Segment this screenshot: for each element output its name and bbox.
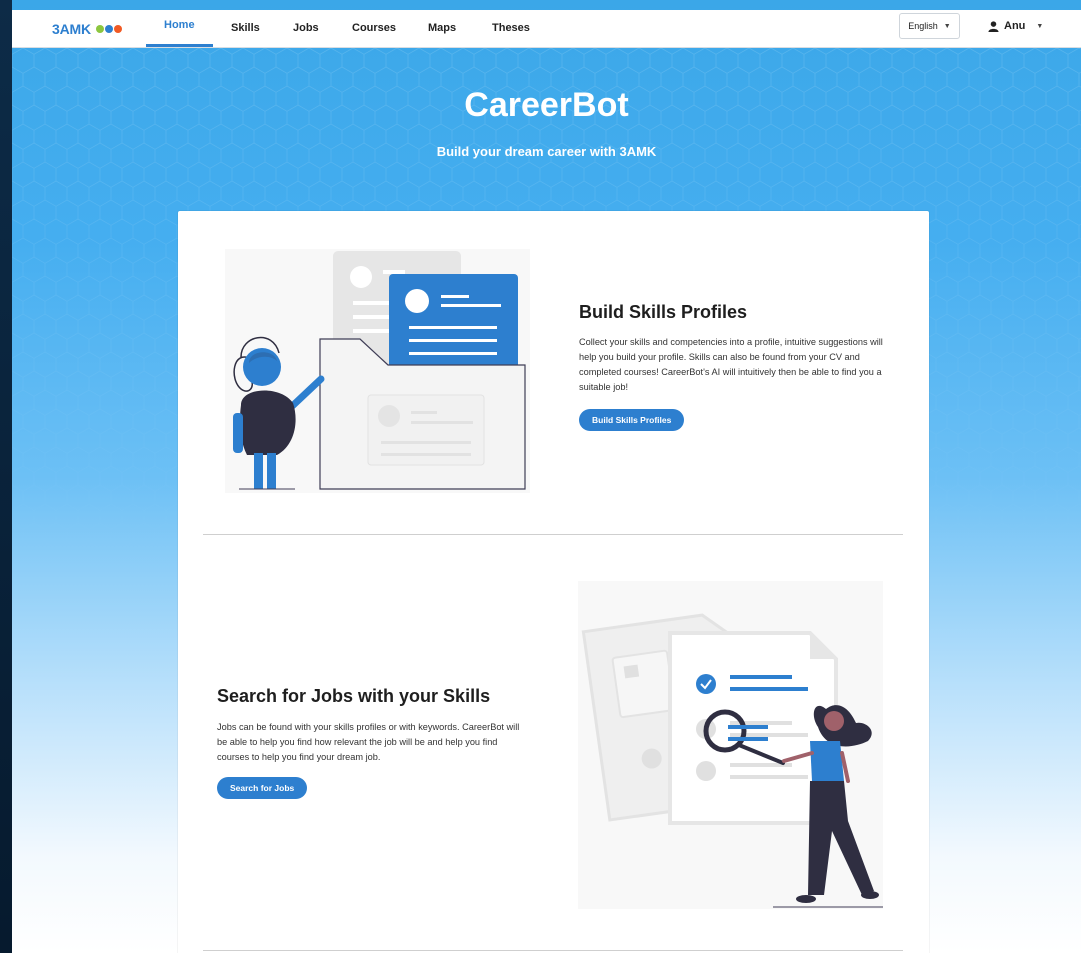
features-card: Build Skills Profiles Collect your skill… bbox=[178, 211, 929, 953]
user-icon bbox=[988, 20, 999, 32]
job-search-illustration-icon bbox=[578, 581, 883, 909]
section-text-jobs: Jobs can be found with your skills profi… bbox=[217, 722, 520, 762]
language-selected: English bbox=[908, 21, 938, 31]
language-dropdown[interactable]: English ▼ bbox=[899, 13, 960, 39]
chevron-down-icon: ▼ bbox=[943, 22, 951, 30]
user-name: Anu bbox=[1004, 20, 1026, 32]
nav-link-jobs[interactable]: Jobs bbox=[293, 10, 319, 47]
build-skills-profiles-button[interactable]: Build Skills Profiles bbox=[579, 409, 685, 431]
section-text-skills: Collect your skills and competencies int… bbox=[579, 337, 883, 392]
top-navbar: 3AMK Home Skills Jobs Courses Maps These… bbox=[12, 10, 1081, 48]
nav-link-maps[interactable]: Maps bbox=[428, 10, 456, 47]
hero-title: CareerBot bbox=[464, 86, 629, 124]
brand-dots-icon bbox=[95, 24, 122, 33]
hero-subtitle: Build your dream career with 3AMK bbox=[436, 144, 657, 159]
section-title-skills: Build Skills Profiles bbox=[579, 302, 748, 322]
nav-link-theses[interactable]: Theses bbox=[492, 10, 530, 47]
search-for-jobs-button[interactable]: Search for Jobs bbox=[217, 777, 308, 799]
section-divider bbox=[203, 950, 903, 951]
window-frame bbox=[0, 0, 12, 953]
brand-name: 3AMK bbox=[52, 20, 91, 37]
nav-link-skills[interactable]: Skills bbox=[231, 10, 260, 47]
nav-link-courses[interactable]: Courses bbox=[352, 10, 396, 47]
nav-link-home[interactable]: Home bbox=[146, 10, 213, 47]
skills-profile-illustration-icon bbox=[225, 249, 530, 493]
chevron-down-icon: ▼ bbox=[1036, 22, 1044, 30]
user-menu[interactable]: Anu ▼ bbox=[988, 10, 1043, 42]
brand-logo[interactable]: 3AMK bbox=[52, 10, 122, 47]
section-title-jobs: Search for Jobs with your Skills bbox=[217, 686, 491, 706]
section-divider bbox=[203, 534, 903, 535]
page: 3AMK Home Skills Jobs Courses Maps These… bbox=[12, 0, 1081, 953]
